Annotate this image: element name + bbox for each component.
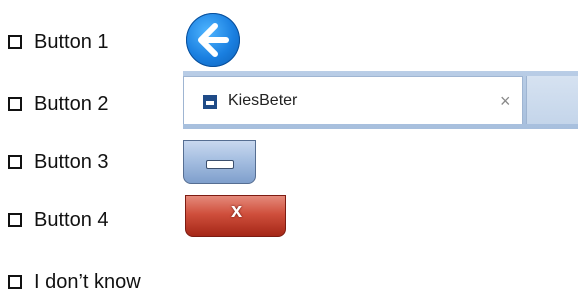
checkbox[interactable] bbox=[8, 35, 22, 49]
minimize-button[interactable] bbox=[183, 140, 256, 184]
option-button-1[interactable]: Button 1 bbox=[8, 30, 109, 54]
option-label: Button 2 bbox=[34, 93, 109, 115]
checkbox[interactable] bbox=[8, 275, 22, 289]
browser-tab-strip: KiesBeter × bbox=[183, 71, 578, 129]
tab-title: KiesBeter bbox=[228, 92, 298, 109]
back-button[interactable] bbox=[186, 13, 240, 67]
option-dont-know[interactable]: I don’t know bbox=[8, 270, 141, 294]
option-label: I don’t know bbox=[34, 271, 141, 293]
checkbox[interactable] bbox=[8, 213, 22, 227]
kiesbeter-favicon-icon bbox=[203, 95, 217, 109]
option-label: Button 1 bbox=[34, 31, 109, 53]
tab-close-icon[interactable]: × bbox=[500, 91, 511, 112]
checkbox[interactable] bbox=[8, 155, 22, 169]
checkbox[interactable] bbox=[8, 97, 22, 111]
arrow-left-icon bbox=[198, 23, 229, 57]
new-tab-area[interactable] bbox=[526, 76, 578, 124]
option-button-2[interactable]: Button 2 bbox=[8, 92, 109, 116]
minimize-icon bbox=[206, 160, 234, 169]
close-icon: x bbox=[230, 200, 243, 222]
option-button-4[interactable]: Button 4 bbox=[8, 208, 109, 232]
browser-tab[interactable]: KiesBeter × bbox=[183, 76, 523, 124]
option-button-3[interactable]: Button 3 bbox=[8, 150, 109, 174]
option-label: Button 4 bbox=[34, 209, 109, 231]
close-button[interactable]: x bbox=[185, 195, 286, 237]
option-label: Button 3 bbox=[34, 151, 109, 173]
